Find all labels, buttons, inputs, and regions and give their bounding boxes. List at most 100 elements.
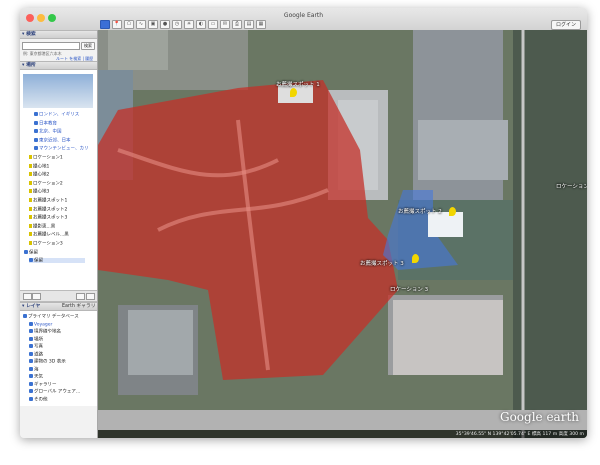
places-tree-item[interactable]: 撮心地1 — [29, 163, 49, 169]
places-tree-item[interactable]: ロンドン、イギリス — [34, 112, 79, 118]
places-tree-item[interactable]: 撮心地2 — [29, 172, 49, 178]
search-input[interactable] — [22, 42, 80, 50]
checkbox[interactable] — [34, 120, 38, 125]
layer-item[interactable]: グローバル アウェア... — [29, 389, 80, 395]
layer-item-label: 道路 — [34, 352, 43, 357]
history-link[interactable]: 履歴 — [85, 56, 93, 61]
placemark-pin-icon[interactable] — [29, 223, 32, 228]
layer-checkbox[interactable] — [29, 336, 33, 341]
pin-spot1-icon[interactable] — [290, 88, 297, 97]
places-section-header[interactable]: ▾ 場所 — [20, 61, 97, 70]
email-icon[interactable]: ✉ — [220, 20, 230, 29]
placemark-pin-icon[interactable] — [29, 172, 32, 177]
checkbox[interactable] — [29, 258, 33, 263]
places-tree-item[interactable]: ロケーション3 — [29, 241, 63, 247]
planets-icon[interactable]: ◐ — [196, 20, 206, 29]
layer-checkbox[interactable] — [23, 314, 27, 318]
places-tree-item[interactable]: お薦撮スポット3 — [29, 215, 67, 221]
route-search-link[interactable]: ルート を検索 — [56, 56, 81, 61]
sidebar-toggle-icon[interactable] — [100, 20, 110, 29]
list-view-icon[interactable] — [23, 293, 32, 300]
layer-item[interactable]: 場所 — [29, 336, 43, 342]
checkbox[interactable] — [34, 137, 38, 142]
places-tree-item[interactable]: 保留 — [29, 258, 85, 264]
layer-checkbox[interactable] — [29, 374, 33, 378]
map-label-spot2[interactable]: お薦撮スポット 2 — [398, 207, 442, 215]
places-tree-item[interactable]: お薦撮スポット2 — [29, 206, 67, 212]
view-in-maps-icon[interactable]: ▦ — [256, 20, 266, 29]
checkbox[interactable] — [34, 129, 38, 134]
polygon-icon[interactable]: ⬠ — [124, 20, 134, 29]
path-icon[interactable]: ∿ — [136, 20, 146, 29]
sun-icon[interactable]: ☀ — [184, 20, 194, 29]
overlay-icon[interactable]: ▣ — [148, 20, 158, 29]
layer-checkbox[interactable] — [29, 344, 33, 348]
save-image-icon[interactable]: ▤ — [244, 20, 254, 29]
placemark-pin-icon[interactable] — [29, 215, 32, 220]
checkbox[interactable] — [34, 112, 38, 116]
layers-section-header[interactable]: ▾ レイヤ Earth ギャラリー — [20, 302, 97, 316]
remove-item-icon[interactable] — [86, 293, 95, 300]
places-tree-item[interactable]: 保留 — [24, 249, 38, 256]
layer-checkbox[interactable] — [29, 366, 33, 371]
layer-item[interactable]: プライマリ データベース — [23, 314, 79, 320]
layer-item[interactable]: ギャラリー — [29, 381, 57, 387]
checkbox[interactable] — [24, 249, 28, 254]
places-item-label: 保留 — [29, 250, 38, 256]
map-label-spot3[interactable]: お薦撮スポット 3 — [360, 259, 404, 267]
tree-view-icon[interactable] — [32, 293, 41, 300]
layer-checkbox[interactable] — [29, 329, 33, 333]
map-label-location[interactable]: ロケーション — [556, 182, 587, 190]
places-tree-item[interactable]: 東京近郊、日本 — [34, 137, 71, 143]
historical-imagery-icon[interactable]: ◷ — [172, 20, 182, 29]
layer-item[interactable]: 境界線や地名 — [29, 329, 61, 335]
layer-item[interactable]: 海 — [29, 366, 39, 372]
placemark-pin-icon[interactable] — [29, 232, 32, 237]
layer-item[interactable]: 道路 — [29, 351, 43, 357]
elevation-readout: 標高 117 m — [531, 432, 558, 437]
add-folder-icon[interactable] — [76, 293, 85, 300]
placemark-pin-icon[interactable] — [29, 206, 32, 211]
search-section-header[interactable]: ▾ 検索 — [20, 30, 97, 39]
search-button[interactable]: 検索 — [81, 42, 95, 50]
layer-checkbox[interactable] — [29, 359, 33, 363]
checkbox[interactable] — [34, 146, 38, 151]
map-label-spot1[interactable]: お薦撮スポット 1 — [276, 80, 320, 88]
placemark-pin-icon[interactable] — [29, 155, 32, 159]
places-tree-item[interactable]: お薦撮スポット1 — [29, 198, 67, 204]
layer-checkbox[interactable] — [29, 389, 33, 393]
layer-checkbox[interactable] — [29, 351, 33, 356]
placemark-pin-icon[interactable] — [29, 189, 32, 194]
places-tree-item[interactable]: 北京、中国 — [34, 129, 62, 135]
map-view[interactable]: お薦撮スポット 1 お薦撮スポット 2 お薦撮スポット 3 ロケーション ロケー… — [98, 30, 587, 438]
places-tree-item[interactable]: お薦撮レベル...黒 — [29, 232, 69, 238]
places-tree-item[interactable]: ロケーション1 — [29, 155, 63, 161]
layer-item[interactable]: 天気 — [29, 374, 43, 380]
places-tree-item[interactable]: 撮影恵...黒 — [29, 223, 55, 229]
placemark-pin-icon[interactable] — [29, 241, 32, 245]
layer-checkbox[interactable] — [29, 396, 33, 401]
layer-checkbox[interactable] — [29, 381, 33, 386]
places-tree-item[interactable]: 日本教育 — [34, 120, 57, 126]
tour-icon[interactable]: ● — [160, 20, 170, 29]
layer-item[interactable]: 建物の 3D 表示 — [29, 359, 66, 365]
placemark-pin-icon[interactable] — [29, 163, 32, 168]
pin-spot2-icon[interactable] — [449, 207, 456, 216]
layer-item[interactable]: その他 — [29, 396, 48, 402]
placemark-pin-icon[interactable] — [29, 180, 32, 185]
login-button[interactable]: ログイン — [550, 20, 581, 30]
placemark-icon[interactable]: 📍 — [112, 20, 122, 29]
places-tree-item[interactable]: ロケーション2 — [29, 180, 63, 187]
placemark-pin-icon[interactable] — [29, 198, 32, 202]
print-icon[interactable]: ⎙ — [232, 20, 242, 29]
places-item-label: ロケーション2 — [33, 181, 63, 187]
pin-spot3-icon[interactable] — [412, 254, 419, 263]
layer-checkbox[interactable] — [29, 321, 33, 326]
map-label-location3[interactable]: ロケーション 3 — [390, 285, 428, 293]
layer-item-label: 天気 — [34, 374, 43, 380]
places-tree-item[interactable]: 撮心地3 — [29, 189, 49, 195]
layer-item[interactable]: Voyager — [29, 321, 52, 327]
layer-item[interactable]: 写真 — [29, 344, 43, 350]
places-tree-item[interactable]: マウンテンビュー、カリ — [34, 146, 88, 152]
ruler-icon[interactable]: ▭ — [208, 20, 218, 29]
